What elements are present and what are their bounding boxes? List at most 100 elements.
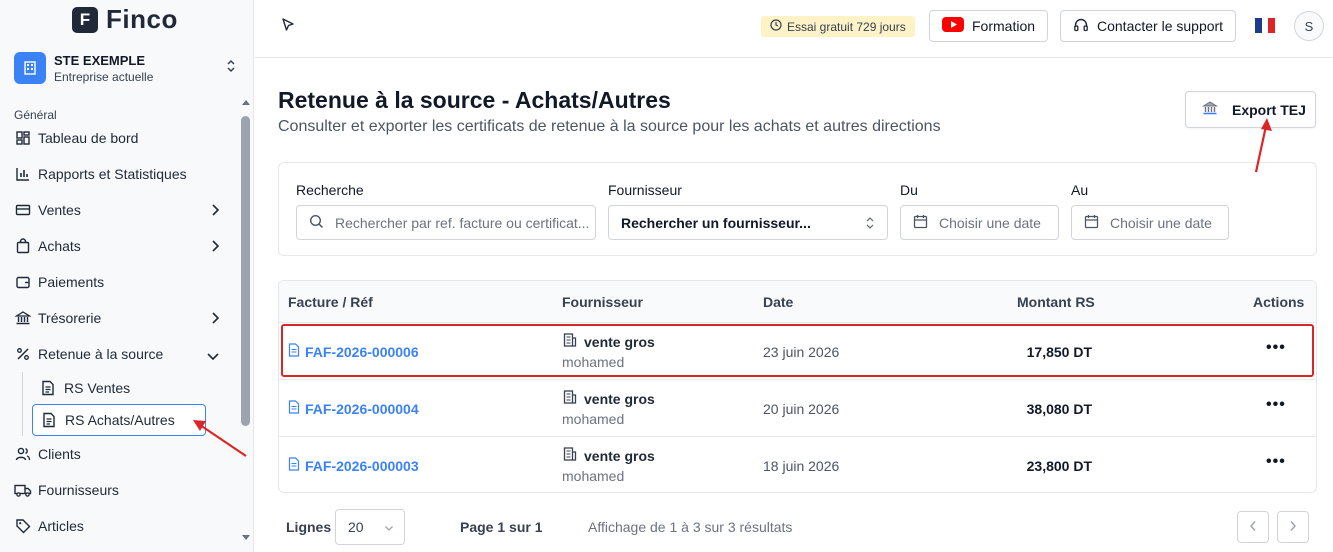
row-date: 20 juin 2026	[763, 401, 840, 417]
search-label: Recherche	[296, 182, 364, 198]
invoice-ref-link[interactable]: FAF-2026-000003	[288, 457, 419, 474]
chevron-updown-icon[interactable]	[226, 58, 236, 74]
sidebar-scrollbar[interactable]	[240, 100, 252, 540]
sidebar-subitem-rs-purchases[interactable]: RS Achats/Autres	[32, 404, 206, 436]
sidebar-item-purchases[interactable]: Achats	[0, 228, 238, 264]
pointer-icon[interactable]	[281, 17, 295, 36]
truck-icon	[14, 481, 32, 499]
trial-text: Essai gratuit 729 jours	[787, 19, 906, 34]
row-actions-menu[interactable]: •••	[1266, 453, 1286, 471]
sidebar-item-treasury[interactable]: Trésorerie	[0, 300, 238, 336]
sidebar-item-label: Trésorerie	[38, 310, 102, 326]
bank-icon	[14, 309, 32, 327]
col-header-actions: Actions	[1253, 294, 1305, 310]
row-actions-menu[interactable]: •••	[1266, 396, 1286, 414]
supplier-name: vente gros	[584, 390, 655, 407]
sidebar-item-label: Paiements	[38, 274, 105, 290]
invoice-ref-link[interactable]: FAF-2026-000004	[288, 400, 419, 417]
chevron-right-icon	[210, 203, 220, 220]
tag-icon	[14, 517, 32, 535]
chevron-right-icon	[210, 311, 220, 328]
row-amount: 38,080 DT	[1026, 401, 1092, 417]
sidebar-item-payments[interactable]: Paiements	[0, 264, 238, 300]
company-switcher[interactable]: STE EXEMPLE Entreprise actuelle	[14, 48, 242, 88]
prev-page-button[interactable]	[1237, 511, 1269, 543]
invoice-ref: FAF-2026-000004	[305, 400, 419, 417]
scroll-thumb[interactable]	[241, 116, 250, 426]
col-header-date[interactable]: Date	[763, 294, 793, 310]
row-actions-menu[interactable]: •••	[1266, 339, 1286, 357]
sidebar-subitem-rs-sales[interactable]: RS Ventes	[32, 372, 206, 404]
document-icon	[41, 412, 57, 428]
document-icon	[288, 457, 300, 474]
search-input[interactable]: Rechercher par ref. facture ou certifica…	[296, 205, 596, 240]
supplier-cell: vente gros mohamed	[562, 389, 655, 427]
invoice-ref-link[interactable]: FAF-2026-000006	[288, 343, 419, 360]
date-from-picker[interactable]: Choisir une date	[900, 205, 1059, 240]
next-page-button[interactable]	[1277, 511, 1309, 543]
calendar-icon	[913, 214, 928, 232]
sidebar-item-label: Tableau de bord	[38, 130, 139, 146]
percent-icon	[14, 345, 32, 363]
company-subtitle: Entreprise actuelle	[54, 69, 154, 84]
scroll-down-icon[interactable]	[242, 535, 250, 540]
invoice-ref: FAF-2026-000006	[305, 343, 419, 360]
search-placeholder: Rechercher par ref. facture ou certifica…	[335, 214, 590, 231]
sidebar-item-label: Articles	[38, 518, 84, 534]
clock-icon	[770, 19, 782, 34]
contact-support-button[interactable]: Contacter le support	[1060, 10, 1237, 42]
sidebar-nav: Tableau de bord Rapports et Statistiques…	[0, 120, 238, 544]
sidebar-item-withholding-tax[interactable]: Retenue à la source	[0, 336, 238, 372]
rows-per-page-select[interactable]: 20	[335, 509, 405, 545]
supplier-name: vente gros	[584, 333, 655, 350]
sidebar-item-sales[interactable]: Ventes	[0, 192, 238, 228]
rows-per-page-value: 20	[348, 519, 364, 535]
user-avatar[interactable]: S	[1294, 11, 1324, 41]
table-row[interactable]: FAF-2026-000003 vente gros mohamed 18 ju…	[279, 437, 1316, 492]
logo-icon: F	[72, 6, 98, 33]
submenu-guide-line	[22, 372, 23, 436]
building-icon	[562, 332, 578, 351]
supplier-contact: mohamed	[562, 468, 625, 484]
supplier-select[interactable]: Rechercher un fournisseur...	[608, 205, 888, 240]
french-flag-icon[interactable]	[1255, 18, 1276, 33]
supplier-label: Fournisseur	[608, 182, 682, 198]
users-icon	[14, 445, 32, 463]
trial-badge: Essai gratuit 729 jours	[761, 16, 915, 37]
chevron-down-icon	[206, 349, 220, 365]
scroll-up-icon[interactable]	[242, 100, 250, 105]
sidebar-item-clients[interactable]: Clients	[0, 436, 238, 472]
sidebar-item-label: Rapports et Statistiques	[38, 166, 187, 182]
chevron-left-icon	[1249, 519, 1257, 535]
sidebar-item-suppliers[interactable]: Fournisseurs	[0, 472, 238, 508]
col-header-supplier[interactable]: Fournisseur	[562, 294, 643, 310]
col-header-ref[interactable]: Facture / Réf	[288, 294, 373, 310]
bank-icon	[1201, 100, 1219, 119]
chevron-down-icon	[384, 519, 394, 535]
building-icon	[562, 389, 578, 408]
chevron-updown-icon	[865, 216, 875, 233]
document-icon	[288, 343, 300, 360]
app-name: Finco	[106, 4, 178, 34]
sidebar-item-articles[interactable]: Articles	[0, 508, 238, 544]
col-header-amount[interactable]: Montant RS	[1017, 294, 1095, 310]
building-icon	[14, 52, 46, 84]
table-row[interactable]: FAF-2026-000006 vente gros mohamed 23 ju…	[279, 323, 1316, 380]
building-icon	[562, 446, 578, 465]
sidebar-item-label: Achats	[38, 238, 81, 254]
table-row[interactable]: FAF-2026-000004 vente gros mohamed 20 ju…	[279, 380, 1316, 437]
page-subtitle: Consulter et exporter les certificats de…	[278, 118, 941, 135]
date-to-placeholder: Choisir une date	[1110, 214, 1212, 231]
app-logo[interactable]: F Finco	[72, 4, 178, 35]
date-to-picker[interactable]: Choisir une date	[1071, 205, 1229, 240]
export-tej-button[interactable]: Export TEJ	[1185, 91, 1316, 128]
supplier-cell: vente gros mohamed	[562, 446, 655, 484]
sidebar-item-label: Retenue à la source	[38, 346, 164, 362]
sidebar-item-dashboard[interactable]: Tableau de bord	[0, 120, 238, 156]
main-content: Retenue à la source - Achats/Autres Cons…	[255, 59, 1333, 552]
sidebar-item-reports[interactable]: Rapports et Statistiques	[0, 156, 238, 192]
formation-button[interactable]: Formation	[929, 10, 1049, 42]
sidebar-subitem-label: RS Achats/Autres	[65, 412, 175, 428]
chevron-right-icon	[210, 239, 220, 256]
company-name: STE EXEMPLE	[54, 52, 146, 68]
